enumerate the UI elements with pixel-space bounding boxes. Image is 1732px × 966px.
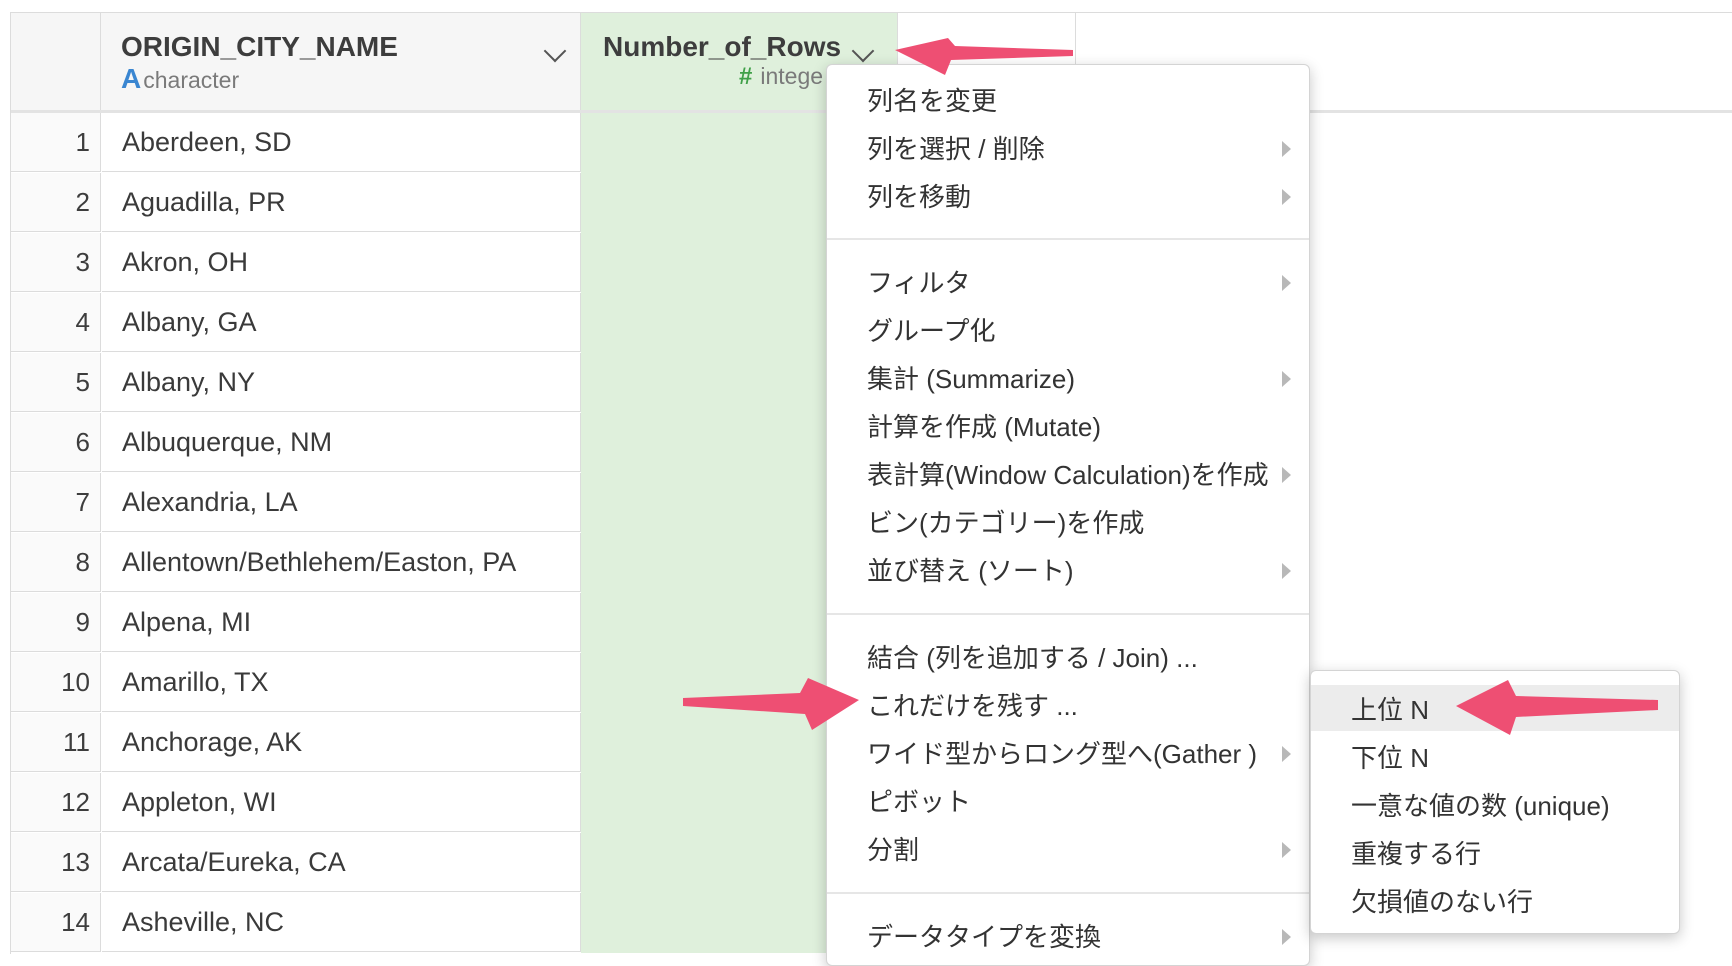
submenu-item[interactable]: 欠損値のない行 <box>1351 882 1533 919</box>
menu-item[interactable]: 分割 <box>867 830 919 867</box>
origin-city-cell[interactable]: Alpena, MI <box>102 593 581 652</box>
origin-city-cell[interactable]: Aguadilla, PR <box>102 173 581 232</box>
chevron-right-icon <box>1282 467 1291 483</box>
number-of-rows-cell[interactable] <box>581 593 868 653</box>
menu-item[interactable]: 集計 (Summarize) <box>867 359 1075 396</box>
origin-city-cell[interactable]: Akron, OH <box>102 233 581 292</box>
origin-city-cell[interactable]: Amarillo, TX <box>102 653 581 712</box>
number-of-rows-cell[interactable] <box>581 113 868 173</box>
keep-only-submenu: 上位 N 下位 N 一意な値の数 (unique) 重複する行欠損値のない行 <box>1310 670 1680 934</box>
row-number: 7 <box>11 473 101 532</box>
submenu-item[interactable]: 一意な値の数 (unique) <box>1351 786 1610 823</box>
menu-separator <box>827 613 1309 615</box>
character-type-icon: A <box>121 63 142 94</box>
row-number: 9 <box>11 593 101 652</box>
origin-city-cell[interactable]: Appleton, WI <box>102 773 581 832</box>
menu-item[interactable]: ワイド型からロング型へ(Gather ) <box>867 734 1257 771</box>
menu-item[interactable]: 計算を作成 (Mutate) <box>867 407 1101 444</box>
chevron-right-icon <box>1282 929 1291 945</box>
chevron-right-icon <box>1282 189 1291 205</box>
chevron-down-icon[interactable] <box>851 39 875 63</box>
number-of-rows-cell[interactable] <box>581 353 868 413</box>
number-of-rows-cell[interactable] <box>581 653 868 713</box>
row-number: 2 <box>11 173 101 232</box>
row-number-header <box>11 13 101 112</box>
chevron-right-icon <box>1282 746 1291 762</box>
row-number: 8 <box>11 533 101 592</box>
menu-separator <box>827 892 1309 894</box>
row-number: 13 <box>11 833 101 892</box>
menu-item[interactable]: 列を移動 <box>867 177 971 214</box>
column-header-origin-city-name[interactable]: ORIGIN_CITY_NAME Acharacter <box>101 13 581 112</box>
menu-item[interactable]: これだけを残す ... <box>867 686 1078 723</box>
row-number: 6 <box>11 413 101 472</box>
row-number: 11 <box>11 713 101 772</box>
number-of-rows-cell[interactable] <box>581 473 868 533</box>
menu-item[interactable]: 表計算(Window Calculation)を作成 <box>867 455 1269 492</box>
row-number: 10 <box>11 653 101 712</box>
origin-city-cell[interactable]: Albany, GA <box>102 293 581 352</box>
number-of-rows-cell[interactable] <box>581 833 868 893</box>
row-number: 14 <box>11 893 101 952</box>
menu-item[interactable]: ピボット <box>867 782 971 819</box>
origin-city-cell[interactable]: Allentown/Bethlehem/Easton, PA <box>102 533 581 592</box>
number-of-rows-cell[interactable] <box>581 173 868 233</box>
chevron-down-icon[interactable] <box>543 39 567 63</box>
origin-city-cell[interactable]: Aberdeen, SD <box>102 113 581 172</box>
column-type: # intege <box>739 63 823 91</box>
number-of-rows-cell[interactable] <box>581 233 868 293</box>
number-of-rows-cell[interactable] <box>581 413 868 473</box>
menu-separator <box>827 238 1309 240</box>
menu-item[interactable]: 列名を変更 <box>867 81 997 118</box>
chevron-right-icon <box>1282 371 1291 387</box>
origin-city-cell[interactable]: Alexandria, LA <box>102 473 581 532</box>
chevron-right-icon <box>1282 563 1291 579</box>
number-of-rows-cell[interactable] <box>581 773 868 833</box>
number-of-rows-cell[interactable] <box>581 293 868 353</box>
number-of-rows-cell[interactable] <box>581 713 868 773</box>
origin-city-cell[interactable]: Arcata/Eureka, CA <box>102 833 581 892</box>
number-of-rows-cell[interactable] <box>581 893 868 953</box>
column-type-label: intege <box>760 63 824 89</box>
integer-type-icon: # <box>739 63 753 90</box>
row-number: 4 <box>11 293 101 352</box>
row-number: 12 <box>11 773 101 832</box>
column-context-menu: 列名を変更列を選択 / 削除 列を移動フィルタグループ化集計 (Summarize… <box>826 64 1310 966</box>
submenu-item[interactable]: 上位 N <box>1351 690 1429 727</box>
menu-item[interactable]: ビン(カテゴリー)を作成 <box>867 503 1144 540</box>
origin-city-cell[interactable]: Albany, NY <box>102 353 581 412</box>
origin-city-cell[interactable]: Anchorage, AK <box>102 713 581 772</box>
chevron-right-icon <box>1282 842 1291 858</box>
row-number: 1 <box>11 113 101 172</box>
row-number: 3 <box>11 233 101 292</box>
row-number: 5 <box>11 353 101 412</box>
submenu-item[interactable]: 下位 N <box>1351 738 1429 775</box>
origin-city-cell[interactable]: Asheville, NC <box>102 893 581 952</box>
column-type: Acharacter <box>121 63 239 95</box>
menu-item[interactable]: 列を選択 / 削除 <box>867 129 1045 166</box>
submenu-item[interactable]: 重複する行 <box>1351 834 1481 871</box>
menu-item[interactable]: フィルタ <box>867 263 970 300</box>
chevron-right-icon <box>1282 141 1291 157</box>
menu-item[interactable]: グループ化 <box>867 311 995 348</box>
column-name: Number_of_Rows <box>603 31 842 62</box>
chevron-right-icon <box>1282 275 1291 291</box>
column-name: ORIGIN_CITY_NAME <box>121 31 398 62</box>
menu-item[interactable]: 結合 (列を追加する / Join) ... <box>867 638 1198 675</box>
menu-item[interactable]: データタイプを変換 <box>867 917 1101 954</box>
origin-city-cell[interactable]: Albuquerque, NM <box>102 413 581 472</box>
column-type-label: character <box>143 67 240 93</box>
number-of-rows-cell[interactable] <box>581 533 868 593</box>
menu-item[interactable]: 並び替え (ソート) <box>867 551 1074 588</box>
